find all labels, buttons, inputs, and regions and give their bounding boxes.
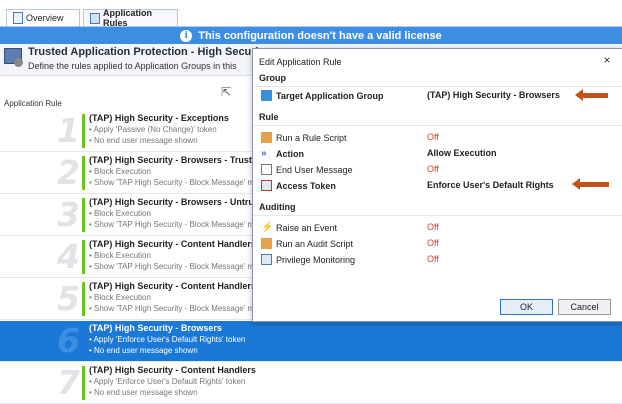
rule-title: (TAP) High Security - Browsers - Truste bbox=[89, 155, 257, 165]
privilege-monitoring-value[interactable]: Off bbox=[427, 254, 439, 264]
rule-detail: • Apply 'Passive (No Change)' token bbox=[89, 125, 217, 134]
rule-status-bar bbox=[82, 366, 85, 400]
gear-icon bbox=[14, 58, 23, 67]
rule-status-bar bbox=[82, 240, 85, 274]
raise-an-event-label[interactable]: ⚡ Raise an Event bbox=[261, 222, 337, 233]
rule-status-bar bbox=[82, 114, 85, 148]
rule-status-bar bbox=[82, 156, 85, 190]
target-application-group-label[interactable]: Target Application Group bbox=[261, 90, 384, 101]
tab-application-rules[interactable]: Application Rules bbox=[83, 8, 178, 28]
rule-detail: • Block Execution bbox=[89, 251, 151, 260]
section-auditing: Auditing bbox=[259, 202, 296, 212]
rule-detail: • Show 'TAP High Security - Block Messag… bbox=[89, 178, 255, 187]
raise-an-event-text: Raise an Event bbox=[276, 222, 338, 233]
document-icon bbox=[13, 12, 23, 24]
action-value[interactable]: Allow Execution bbox=[427, 148, 497, 158]
message-icon bbox=[261, 164, 272, 175]
run-audit-script-text: Run an Audit Script bbox=[276, 238, 354, 249]
tab-overview-label: Overview bbox=[26, 13, 64, 23]
script-icon bbox=[261, 132, 272, 143]
divider bbox=[253, 215, 622, 216]
raise-an-event-value[interactable]: Off bbox=[427, 222, 439, 232]
rule-detail: • Apply 'Enforce User's Default Rights' … bbox=[89, 377, 246, 386]
end-user-message-value[interactable]: Off bbox=[427, 164, 439, 174]
rule-status-bar bbox=[82, 198, 85, 232]
dialog-title: Edit Application Rule bbox=[259, 57, 342, 67]
section-group: Group bbox=[259, 73, 286, 83]
cancel-button[interactable]: Cancel bbox=[558, 299, 611, 315]
rule-detail: • Block Execution bbox=[89, 167, 151, 176]
run-audit-script-label[interactable]: Run an Audit Script bbox=[261, 238, 353, 249]
tab-application-rules-label: Application Rules bbox=[103, 8, 153, 28]
rule-detail: • Block Execution bbox=[89, 293, 151, 302]
rule-title: (TAP) High Security - Browsers - Untru bbox=[89, 197, 254, 207]
access-token-value[interactable]: Enforce User's Default Rights bbox=[427, 180, 554, 190]
annotation-arrow bbox=[572, 178, 609, 190]
divider bbox=[253, 125, 622, 126]
access-token-label[interactable]: Access Token bbox=[261, 180, 336, 191]
fast-forward-icon: » bbox=[261, 148, 267, 159]
rule-number: 1 bbox=[57, 111, 80, 150]
rule-detail: • Apply 'Enforce User's Default Rights' … bbox=[89, 335, 246, 344]
mouse-cursor-icon: ⇱ bbox=[221, 85, 232, 99]
privilege-monitoring-text: Privilege Monitoring bbox=[276, 254, 356, 265]
rule-number: 7 bbox=[57, 363, 80, 402]
rule-title: (TAP) High Security - Browsers bbox=[89, 323, 222, 333]
action-label[interactable]: » Action bbox=[261, 148, 304, 159]
tab-overview[interactable]: Overview bbox=[6, 9, 80, 26]
rule-row-selected[interactable]: 6 (TAP) High Security - Browsers • Apply… bbox=[0, 321, 622, 362]
info-icon: i bbox=[180, 29, 193, 42]
rule-detail: • No end user message shown bbox=[89, 136, 198, 145]
end-user-message-label[interactable]: End User Message bbox=[261, 164, 353, 175]
license-banner-text: This configuration doesn't have a valid … bbox=[198, 29, 442, 42]
target-application-group-value[interactable]: (TAP) High Security - Browsers bbox=[427, 90, 560, 100]
end-user-message-text: End User Message bbox=[276, 164, 353, 175]
divider bbox=[253, 86, 622, 87]
rule-detail: • Block Execution bbox=[89, 209, 151, 218]
token-icon bbox=[261, 180, 272, 191]
run-rule-script-text: Run a Rule Script bbox=[276, 132, 347, 143]
rule-number: 3 bbox=[57, 195, 80, 234]
rule-title: (TAP) High Security - Content Handlers bbox=[89, 239, 256, 249]
run-rule-script-label[interactable]: Run a Rule Script bbox=[261, 132, 347, 143]
rule-detail: • Show 'TAP High Security - Block Messag… bbox=[89, 220, 255, 229]
rule-status-bar bbox=[82, 282, 85, 316]
column-header-application-rule[interactable]: Application Rule bbox=[4, 99, 62, 108]
target-application-group-text: Target Application Group bbox=[276, 90, 384, 101]
script-icon bbox=[261, 238, 272, 249]
rule-detail: • Show 'TAP High Security - Block Messag… bbox=[89, 262, 255, 271]
folder-icon bbox=[261, 90, 272, 101]
rule-number: 4 bbox=[57, 237, 80, 276]
rule-title: (TAP) High Security - Content Handlers bbox=[89, 365, 256, 375]
rule-status-bar bbox=[82, 324, 85, 358]
section-rule: Rule bbox=[259, 112, 279, 122]
annotation-arrow bbox=[575, 89, 608, 101]
rule-number: 6 bbox=[57, 321, 80, 360]
rule-number: 5 bbox=[57, 279, 80, 318]
privilege-monitoring-label[interactable]: Privilege Monitoring bbox=[261, 254, 355, 265]
rule-detail: • No end user message shown bbox=[89, 388, 198, 397]
tab-bar: Overview Application Rules bbox=[0, 0, 622, 28]
edit-application-rule-dialog: Edit Application Rule × Group Target App… bbox=[252, 48, 622, 322]
rule-detail: • No end user message shown bbox=[89, 346, 198, 355]
lightning-icon: ⚡ bbox=[261, 222, 274, 233]
rule-detail: • Show 'TAP High Security - Block Messag… bbox=[89, 304, 255, 313]
close-icon[interactable]: × bbox=[600, 53, 614, 67]
access-token-text: Access Token bbox=[276, 180, 336, 191]
page-subtitle: Define the rules applied to Application … bbox=[28, 61, 237, 71]
rule-title: (TAP) High Security - Exceptions bbox=[89, 113, 229, 123]
license-banner: i This configuration doesn't have a vali… bbox=[0, 27, 622, 44]
rule-number: 2 bbox=[57, 153, 80, 192]
run-rule-script-value[interactable]: Off bbox=[427, 132, 439, 142]
rules-icon bbox=[90, 12, 101, 24]
rule-row[interactable]: 7 (TAP) High Security - Content Handlers… bbox=[0, 363, 622, 404]
rule-title: (TAP) High Security - Content Handlers bbox=[89, 281, 256, 291]
monitor-icon bbox=[261, 254, 272, 265]
ok-button[interactable]: OK bbox=[500, 299, 553, 315]
action-text: Action bbox=[276, 148, 304, 159]
run-audit-script-value[interactable]: Off bbox=[427, 238, 439, 248]
page-title: Trusted Application Protection - High Se… bbox=[28, 46, 259, 58]
